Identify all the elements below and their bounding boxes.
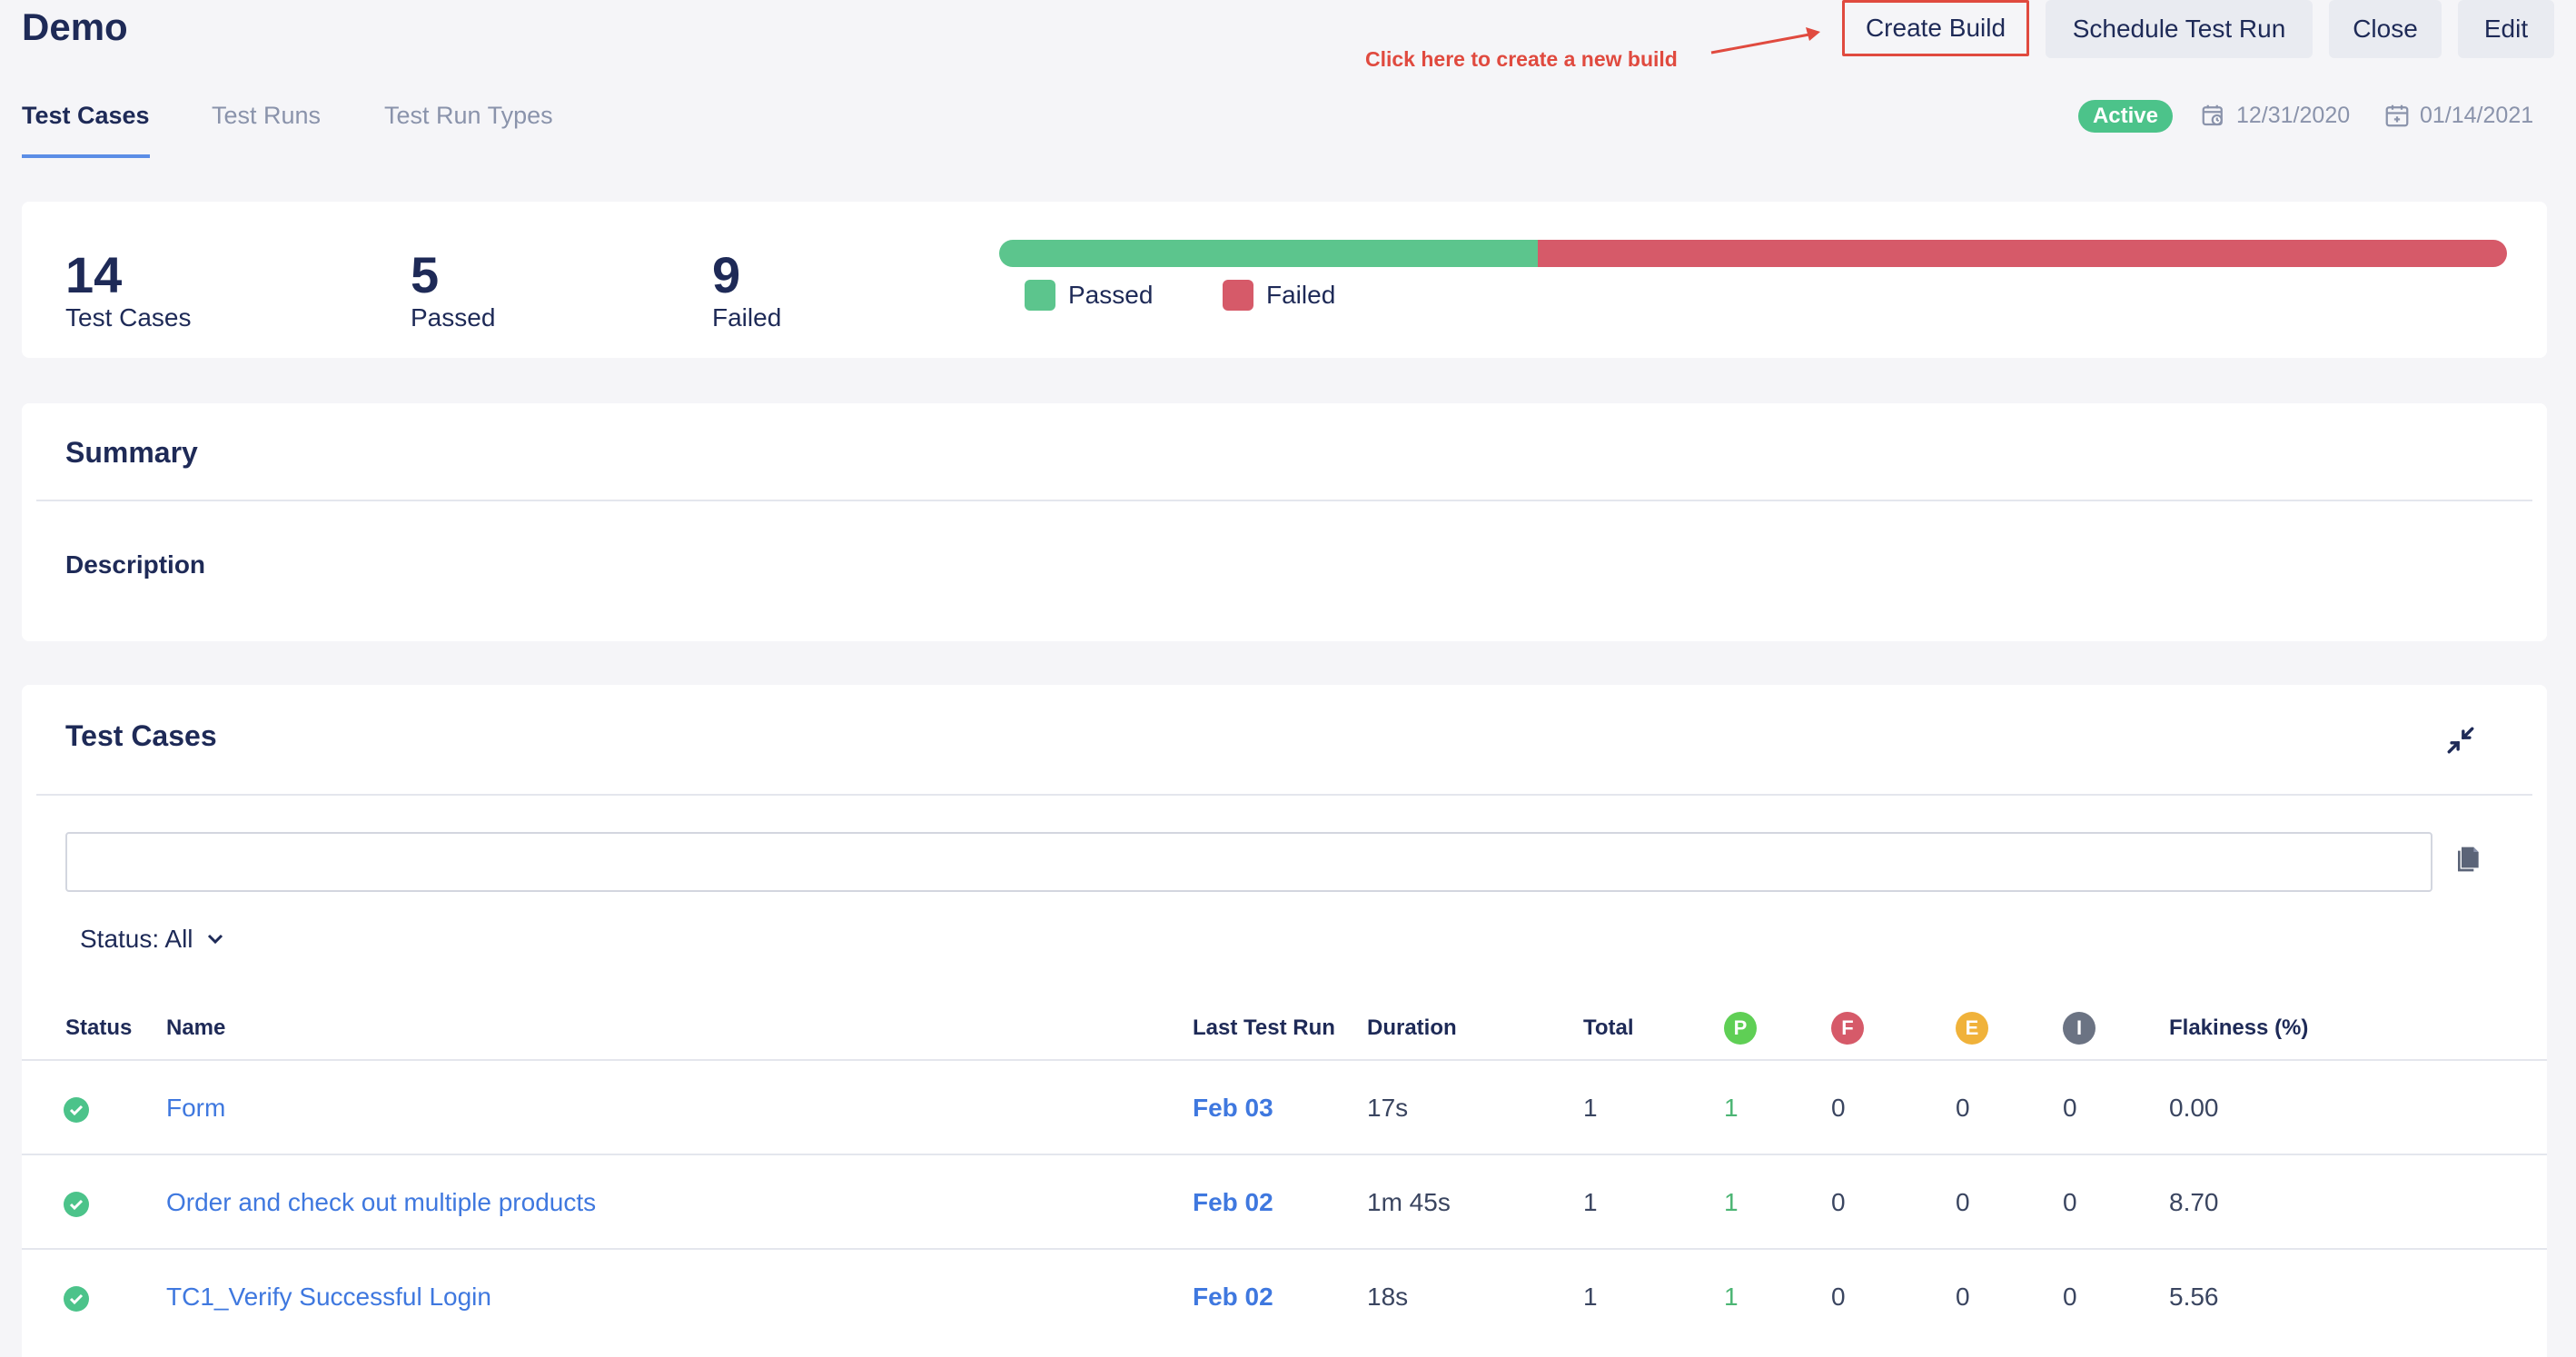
passed-status-icon [64,1192,89,1217]
stats-card: 14 Test Cases 5 Passed 9 Failed Passed F… [22,202,2547,358]
legend-passed-label: Passed [1068,281,1154,309]
annotation-arrow [1710,27,1820,54]
progress-passed-segment [999,240,1538,267]
copy-icon[interactable] [2456,845,2482,874]
test-cases-title: Test Cases [65,719,217,752]
summary-title: Summary [65,436,198,469]
create-build-button[interactable]: Create Build [1842,0,2029,56]
error-cell: 0 [1956,1283,1970,1311]
total-cell: 1 [1583,1283,1598,1311]
col-passed-icon[interactable]: P [1724,1012,1757,1045]
pass-fail-progress-bar [999,240,2507,267]
col-status[interactable]: Status [65,1015,132,1041]
ignored-cell: 0 [2063,1094,2077,1122]
col-flakiness[interactable]: Flakiness (%) [2169,1015,2308,1041]
schedule-test-run-button[interactable]: Schedule Test Run [2046,0,2313,58]
duration-cell: 17s [1367,1094,1409,1122]
collapse-icon[interactable] [2445,725,2476,756]
col-name[interactable]: Name [166,1015,225,1041]
failed-count: 9 [712,246,741,303]
status-filter-label: Status: All [80,925,193,953]
error-cell: 0 [1956,1094,1970,1122]
test-cases-divider [36,794,2532,796]
table-row: Order and check out multiple products Fe… [22,1154,2547,1248]
start-date-text: 12/31/2020 [2236,102,2351,128]
legend-passed: Passed [1025,280,1153,311]
tab-test-run-types[interactable]: Test Run Types [384,102,553,158]
failed-cell: 0 [1831,1283,1846,1311]
test-cases-count: 14 [65,246,123,303]
passed-swatch [1025,280,1055,311]
calendar-icon [2385,104,2409,127]
error-cell: 0 [1956,1188,1970,1216]
col-duration[interactable]: Duration [1367,1015,1457,1041]
test-case-name-link[interactable]: Order and check out multiple products [166,1188,596,1217]
test-cases-label: Test Cases [65,303,192,332]
summary-divider [36,500,2532,501]
chevron-down-icon [207,934,223,945]
end-date-text: 01/14/2021 [2420,102,2534,128]
legend-failed-label: Failed [1266,281,1336,309]
passed-count: 5 [411,246,440,303]
col-last-test-run[interactable]: Last Test Run [1193,1015,1335,1041]
summary-card: Summary Description [22,403,2547,641]
col-failed-icon[interactable]: F [1831,1012,1864,1045]
calendar-clock-icon [2202,104,2223,126]
col-ignored-icon[interactable]: I [2063,1012,2095,1045]
failed-cell: 0 [1831,1094,1846,1122]
legend-failed: Failed [1223,280,1335,311]
tab-test-runs[interactable]: Test Runs [212,102,321,158]
page-title: Demo [22,5,128,48]
ignored-cell: 0 [2063,1283,2077,1311]
last-test-run-link[interactable]: Feb 02 [1193,1188,1273,1217]
passed-status-icon [64,1097,89,1123]
progress-failed-segment [1537,240,2507,267]
passed-cell: 1 [1724,1188,1739,1216]
duration-cell: 18s [1367,1283,1409,1311]
passed-status-icon [64,1286,89,1312]
close-button[interactable]: Close [2329,0,2442,58]
ignored-cell: 0 [2063,1188,2077,1216]
table-row: Form Feb 03 17s 1 1 0 0 0 0.00 [22,1059,2547,1154]
test-case-name-link[interactable]: Form [166,1094,225,1123]
flakiness-cell: 5.56 [2169,1283,2219,1311]
passed-cell: 1 [1724,1283,1739,1311]
total-cell: 1 [1583,1094,1598,1122]
description-label: Description [65,550,206,579]
failed-label: Failed [712,303,782,332]
flakiness-cell: 8.70 [2169,1188,2219,1216]
status-badge: Active [2078,100,2173,133]
passed-label: Passed [411,303,496,332]
edit-button[interactable]: Edit [2458,0,2554,58]
duration-cell: 1m 45s [1367,1188,1451,1216]
start-date: 12/31/2020 [2200,102,2350,129]
status-filter-dropdown[interactable]: Status: All [80,925,224,954]
tab-test-cases[interactable]: Test Cases [22,102,150,158]
table-row: TC1_Verify Successful Login Feb 02 18s 1… [22,1248,2547,1357]
create-build-annotation: Click here to create a new build [1365,47,1678,71]
flakiness-cell: 0.00 [2169,1094,2219,1122]
failed-swatch [1223,280,1253,311]
failed-cell: 0 [1831,1188,1846,1216]
search-input[interactable] [65,832,2432,892]
col-error-icon[interactable]: E [1956,1012,1988,1045]
test-case-name-link[interactable]: TC1_Verify Successful Login [166,1283,491,1312]
end-date: 01/14/2021 [2383,102,2533,129]
last-test-run-link[interactable]: Feb 02 [1193,1283,1273,1312]
col-total[interactable]: Total [1583,1015,1634,1041]
total-cell: 1 [1583,1188,1598,1216]
passed-cell: 1 [1724,1094,1739,1122]
last-test-run-link[interactable]: Feb 03 [1193,1094,1273,1123]
